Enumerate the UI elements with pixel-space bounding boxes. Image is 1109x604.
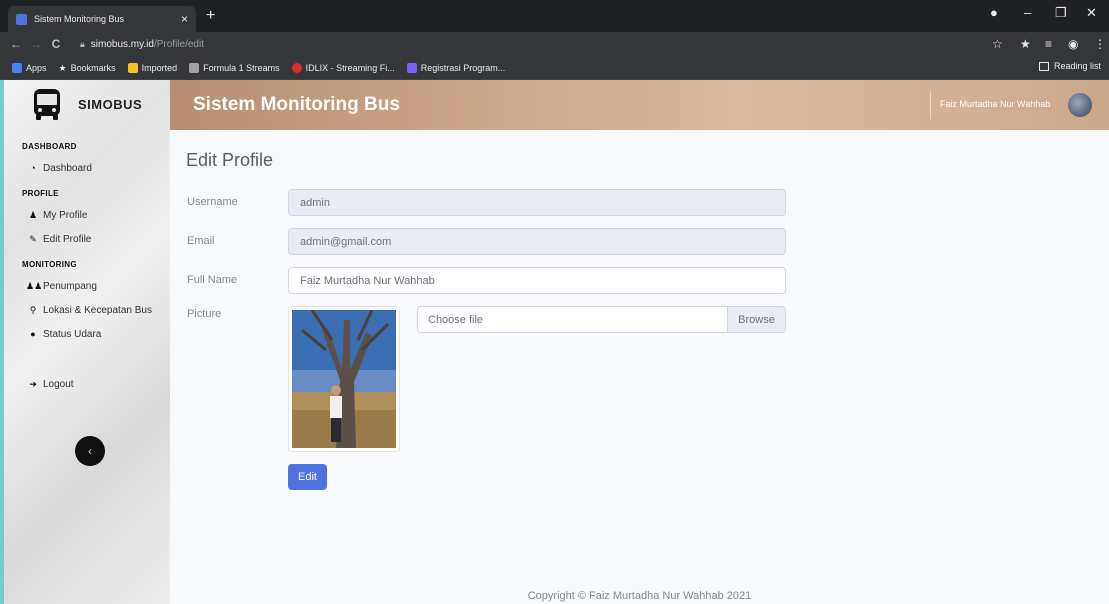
bookmark-bookmarks[interactable]: ★ Bookmarks [59, 63, 116, 73]
tachometer-icon: ◔ [30, 163, 36, 173]
brand-name: SIMOBUS [78, 96, 143, 112]
extensions-icon[interactable]: ★ [1020, 37, 1031, 51]
fullname-field[interactable] [288, 267, 786, 294]
username-field[interactable] [288, 189, 786, 216]
bookmarks-bar: Apps ★ Bookmarks Imported Formula 1 Strea… [0, 56, 1109, 80]
brand[interactable]: SIMOBUS [4, 80, 170, 128]
bookmark-registrasi[interactable]: Registrasi Program... [406, 62, 505, 73]
minimize-icon[interactable]: – [1024, 5, 1031, 20]
topbar-divider [930, 91, 931, 119]
logout-icon: ➜ [29, 378, 37, 389]
close-window-icon[interactable]: ✕ [1086, 5, 1097, 21]
playlist-icon[interactable]: ≡ [1045, 37, 1052, 51]
site-favicon-icon [16, 13, 27, 25]
app-title: Sistem Monitoring Bus [193, 94, 400, 115]
lock-icon: 🔒︎ [80, 38, 85, 49]
address-bar[interactable]: 🔒︎ simobus.my.id/Profile/edit [80, 35, 980, 53]
form-icon [406, 62, 417, 73]
avatar[interactable] [1068, 93, 1092, 117]
forward-icon[interactable]: → [26, 37, 46, 51]
main-content: Edit Profile Username Email Full Name Pi… [170, 130, 1109, 604]
page-title: Edit Profile [186, 150, 274, 170]
file-placeholder: Choose file [428, 313, 484, 326]
folder-icon [127, 62, 138, 73]
user-edit-icon: ✎ [29, 233, 37, 244]
browser-tabstrip: Sistem Monitoring Bus × + ● – ❐ ✕ [0, 0, 1109, 32]
url-path: /Profile/edit [153, 38, 204, 50]
bookmark-apps[interactable]: Apps [12, 62, 47, 73]
picture-label: Picture [187, 308, 222, 320]
sidebar-heading-dashboard: DASHBOARD [22, 142, 77, 151]
profile-picture [288, 306, 400, 452]
fire-icon: ● [30, 329, 36, 339]
sidebar: SIMOBUS DASHBOARD ◔ Dashboard PROFILE ♟ … [0, 80, 170, 604]
map-marker-icon: ⚲ [29, 304, 37, 315]
file-upload-input[interactable]: Choose file Browse [417, 306, 786, 333]
new-tab-button[interactable]: + [206, 7, 215, 25]
profile-avatar-icon[interactable]: ◉ [1068, 37, 1078, 51]
user-icon: ♟ [28, 209, 38, 220]
idlix-icon [291, 62, 302, 73]
bookmark-idlix[interactable]: IDLIX - Streaming Fi... [291, 62, 395, 73]
back-icon[interactable]: ← [6, 37, 26, 51]
url-host: simobus.my.id [90, 38, 154, 50]
email-field[interactable] [288, 228, 786, 255]
edit-button[interactable]: Edit [288, 464, 327, 490]
browser-tab[interactable]: Sistem Monitoring Bus × [8, 6, 196, 32]
sidebar-item-edit-profile[interactable]: ✎ Edit Profile [4, 232, 170, 246]
user-name[interactable]: Faiz Murtadha Nur Wahhab [940, 99, 1050, 109]
f1-icon [189, 62, 200, 73]
star-bookmark-icon: ★ [58, 62, 67, 73]
sidebar-item-logout[interactable]: ➜ Logout [4, 377, 170, 391]
footer-copyright: Copyright © Faiz Murtadha Nur Wahhab 202… [527, 590, 752, 602]
web-page: SIMOBUS DASHBOARD ◔ Dashboard PROFILE ♟ … [0, 80, 1109, 604]
browser-toolbar: ← → C 🔒︎ simobus.my.id/Profile/edit ☆ ★ … [0, 32, 1109, 56]
tab-title: Sistem Monitoring Bus [34, 14, 125, 24]
profile-photo-image [292, 309, 396, 448]
users-icon: ♟♟ [26, 280, 43, 291]
reading-list-button[interactable]: Reading list [1038, 61, 1101, 71]
sidebar-heading-profile: PROFILE [22, 189, 59, 198]
bookmark-imported[interactable]: Imported [127, 62, 177, 73]
sidebar-item-penumpang[interactable]: ♟♟ Penumpang [4, 279, 170, 293]
sidebar-item-status-udara[interactable]: ● Status Udara [4, 327, 170, 341]
sidebar-item-my-profile[interactable]: ♟ My Profile [4, 208, 170, 222]
sidebar-item-lokasi[interactable]: ⚲ Lokasi & Kecepatan Bus [4, 303, 170, 317]
sidebar-toggle-button[interactable]: ‹ [75, 436, 105, 466]
tab-close-icon[interactable]: × [181, 12, 188, 26]
reading-list-icon [1038, 61, 1049, 71]
sidebar-item-dashboard[interactable]: ◔ Dashboard [4, 161, 170, 175]
topbar: Sistem Monitoring Bus Faiz Murtadha Nur … [170, 80, 1109, 130]
email-label: Email [187, 235, 215, 247]
menu-dots-icon[interactable]: ⋮ [1094, 37, 1106, 51]
username-label: Username [187, 196, 238, 208]
fullname-label: Full Name [187, 274, 238, 286]
restore-icon[interactable]: ❐ [1055, 5, 1067, 21]
bus-icon [34, 89, 60, 120]
reload-icon[interactable]: C [46, 37, 66, 51]
star-icon[interactable]: ☆ [992, 37, 1003, 51]
profile-dot-icon[interactable]: ● [990, 5, 998, 20]
browse-button[interactable]: Browse [727, 307, 785, 332]
apps-grid-icon [12, 62, 22, 73]
bookmark-formula1[interactable]: Formula 1 Streams [189, 62, 280, 73]
sidebar-heading-monitoring: MONITORING [22, 260, 77, 269]
